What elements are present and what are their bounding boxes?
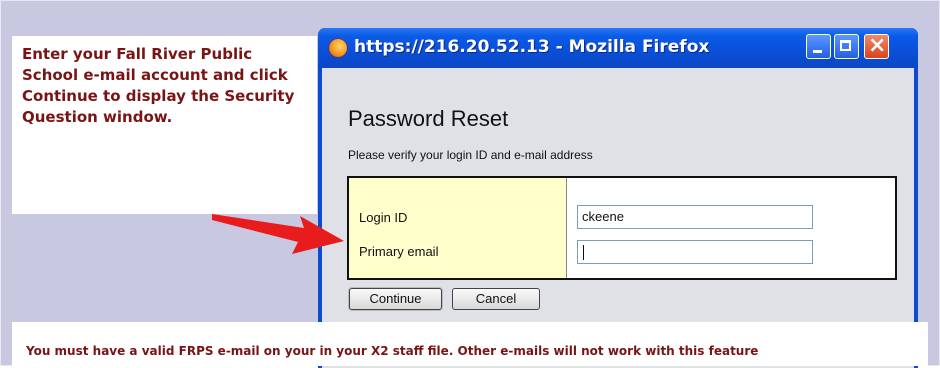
maximize-icon xyxy=(840,40,851,51)
firefox-logo-icon xyxy=(328,38,348,58)
feature-warning-note: You must have a valid FRPS e-mail on you… xyxy=(26,344,759,358)
cancel-button[interactable]: Cancel xyxy=(452,288,540,310)
label-column xyxy=(349,178,567,278)
close-button[interactable]: × xyxy=(864,33,889,59)
text-caret xyxy=(583,245,584,260)
primary-email-label: Primary email xyxy=(359,244,439,259)
page-title: Password Reset xyxy=(348,106,509,131)
instruction-text: Enter your Fall River Public School e-ma… xyxy=(22,45,295,126)
firefox-popup-window: https://216.20.52.13 - Mozilla Firefox ×… xyxy=(318,28,918,368)
minimize-button[interactable] xyxy=(806,34,831,59)
login-form-table: Login ID Primary email ckeene xyxy=(347,176,897,280)
continue-button[interactable]: Continue xyxy=(349,288,442,310)
login-id-label: Login ID xyxy=(359,210,408,225)
login-id-input[interactable]: ckeene xyxy=(577,205,813,229)
close-icon: × xyxy=(868,33,887,58)
red-pointer-arrow-icon xyxy=(212,214,344,254)
primary-email-input[interactable] xyxy=(577,240,813,264)
window-titlebar[interactable]: https://216.20.52.13 - Mozilla Firefox × xyxy=(318,28,918,68)
maximize-button[interactable] xyxy=(834,34,859,59)
page-subtitle: Please verify your login ID and e-mail a… xyxy=(348,148,593,162)
minimize-icon xyxy=(813,50,822,53)
instruction-callout: Enter your Fall River Public School e-ma… xyxy=(12,36,317,214)
window-title: https://216.20.52.13 - Mozilla Firefox xyxy=(354,37,710,57)
